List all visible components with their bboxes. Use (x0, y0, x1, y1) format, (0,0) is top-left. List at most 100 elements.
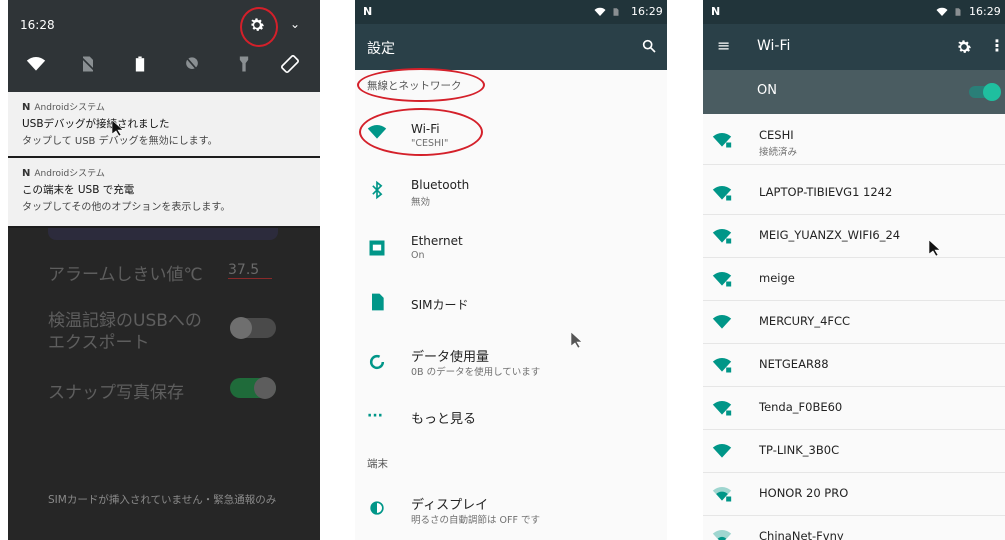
gear-icon[interactable] (955, 38, 973, 56)
no-sim-status-icon (955, 8, 961, 16)
app-bar: ≡ Wi-Fi ⋮ (703, 24, 1005, 70)
wifi-network-row[interactable]: Tenda_F0BE60 (703, 387, 1005, 430)
wifi-ssid: MEIG_YUANZX_WIFI6_24 (759, 228, 901, 242)
notification-title: この端末を USB で充電 (22, 184, 135, 196)
wifi-ssid: LAPTOP-TIBIEVG1 1242 (759, 185, 893, 199)
settings-item-sim-card[interactable]: SIMカード (355, 278, 667, 328)
notification-app-label: Androidシステム (34, 169, 105, 179)
wifi-ssid: MERCURY_4FCC (759, 314, 851, 328)
ethernet-icon (369, 240, 385, 256)
wifi-icon[interactable] (26, 54, 46, 74)
flashlight-icon[interactable] (234, 54, 254, 74)
highlight-oval (359, 108, 483, 156)
status-bar: N 16:29 (703, 0, 1005, 24)
status-time: 16:29 (969, 5, 1001, 18)
settings-item-sub: 明るさの自動調節は OFF です (411, 515, 540, 526)
sim-card-icon (372, 293, 384, 311)
status-time: 16:28 (20, 18, 55, 32)
wifi-ssid: Tenda_F0BE60 (759, 400, 843, 414)
settings-item-bluetooth[interactable]: Bluetooth 無効 (355, 166, 667, 216)
settings-item-display[interactable]: ディスプレイ 明るさの自動調節は OFF です (355, 484, 667, 534)
wifi-ssid: meige (759, 271, 795, 285)
auto-rotate-icon[interactable] (280, 54, 300, 74)
wifi-network-row[interactable]: meige (703, 258, 1005, 301)
page-title: 設定 (367, 41, 395, 57)
settings-panel: N 16:29 設定 無線とネットワーク Wi-Fi "CESHI" Bluet… (355, 0, 667, 540)
mouse-cursor-icon (571, 332, 583, 348)
wifi-network-row[interactable]: ChinaNet-Fvny (703, 516, 1005, 540)
settings-item-data-usage[interactable]: データ使用量 0B のデータを使用しています (355, 338, 667, 388)
mouse-cursor-icon (929, 240, 941, 256)
notification-usb-debug[interactable]: N Androidシステム USBデバッグが接続されました タップして USB デ… (8, 92, 320, 156)
location-off-icon[interactable] (182, 54, 202, 74)
wifi-network-row[interactable]: MEIG_YUANZX_WIFI6_24 (703, 215, 1005, 258)
mouse-cursor-icon (112, 120, 124, 136)
notification-title: USBデバッグが接続されました (22, 118, 170, 130)
wifi-network-row[interactable]: TP-LINK_3B0C (703, 430, 1005, 473)
wifi-ssid: NETGEAR88 (759, 357, 829, 371)
wifi-network-row[interactable]: CESHI 接続済み (703, 116, 1005, 165)
alarm-threshold-label: アラームしきい値℃ (48, 265, 203, 285)
wifi-signal-icon (712, 315, 732, 329)
alarm-threshold-input[interactable]: 37.5 (228, 262, 272, 279)
search-icon[interactable] (641, 38, 657, 54)
usb-export-label: 検温記録のUSBへの エクスポート (48, 310, 202, 354)
settings-item-label: もっと見る (411, 412, 477, 427)
wifi-ssid: HONOR 20 PRO (759, 486, 849, 500)
wifi-toggle-knob (983, 83, 1001, 101)
notification-shade-panel: 16:28 ⌄ N Androidシステム USBデバッグが接続されました タップ… (8, 0, 320, 540)
highlight-circle (240, 7, 278, 47)
no-sim-status-icon (613, 8, 619, 16)
brightness-icon (370, 501, 384, 515)
usb-export-label-line1: 検温記録のUSBへの (48, 311, 202, 331)
wifi-signal-secure-icon (712, 401, 732, 416)
wifi-network-row[interactable]: NETGEAR88 (703, 344, 1005, 387)
wifi-status-icon (594, 7, 606, 16)
notification-usb-charging[interactable]: N Androidシステム この端末を USB で充電 タップしてその他のオプショ… (8, 158, 320, 226)
wifi-toggle[interactable] (969, 83, 1001, 101)
wifi-master-switch-bar[interactable]: ON (703, 70, 1005, 114)
android-logo-icon: N (22, 168, 31, 179)
overflow-menu-icon[interactable]: ⋮ (989, 36, 1005, 55)
data-usage-icon (369, 354, 385, 370)
wifi-ssid: TP-LINK_3B0C (759, 443, 840, 457)
menu-icon[interactable]: ≡ (717, 36, 730, 55)
usb-export-toggle[interactable] (230, 317, 276, 339)
wifi-network-row[interactable]: LAPTOP-TIBIEVG1 1242 (703, 172, 1005, 215)
wifi-signal-secure-icon (712, 272, 732, 287)
wifi-status-icon (936, 7, 948, 16)
background-card-edge (48, 228, 278, 240)
wifi-signal-secure-icon (712, 358, 732, 373)
wifi-status: 接続済み (759, 147, 798, 158)
settings-item-sub: 無効 (411, 197, 431, 208)
battery-icon[interactable] (130, 54, 150, 74)
settings-item-label: Bluetooth (411, 178, 470, 192)
notification-app-name: N Androidシステム (22, 166, 105, 179)
notification-app-name: N Androidシステム (22, 100, 105, 113)
wifi-network-row[interactable]: HONOR 20 PRO (703, 473, 1005, 516)
wifi-network-row[interactable]: MERCURY_4FCC (703, 301, 1005, 344)
snapshot-save-toggle[interactable] (230, 377, 276, 399)
wifi-state-label: ON (757, 83, 777, 98)
notification-app-label: Androidシステム (34, 103, 105, 113)
quick-settings-bar: 16:28 ⌄ (8, 0, 320, 92)
settings-item-label: データ使用量 (411, 350, 490, 365)
wifi-signal-secure-icon (712, 186, 732, 201)
sim-status-text: SIMカードが挿入されていません・緊急通報のみ (48, 494, 277, 506)
app-bar: 設定 (355, 24, 667, 70)
bluetooth-icon (372, 180, 383, 200)
section-device: 端末 (367, 458, 388, 470)
no-sim-icon[interactable] (78, 54, 98, 74)
settings-item-more[interactable]: ··· もっと見る (355, 394, 667, 444)
settings-item-sub: On (411, 250, 425, 261)
settings-item-sub: 0B のデータを使用しています (411, 367, 541, 378)
settings-item-ethernet[interactable]: Ethernet On (355, 224, 667, 274)
highlight-oval (357, 68, 485, 102)
android-logo-icon: N (22, 102, 31, 113)
settings-item-label: ディスプレイ (411, 498, 489, 513)
settings-item-label: Ethernet (411, 234, 463, 248)
wifi-panel: N 16:29 ≡ Wi-Fi ⋮ ON CESHI 接続済み LAPTOP-T… (703, 0, 1005, 540)
wifi-signal-icon (712, 444, 732, 458)
wifi-signal-secure-icon (712, 229, 732, 244)
chevron-down-icon[interactable]: ⌄ (290, 17, 300, 31)
